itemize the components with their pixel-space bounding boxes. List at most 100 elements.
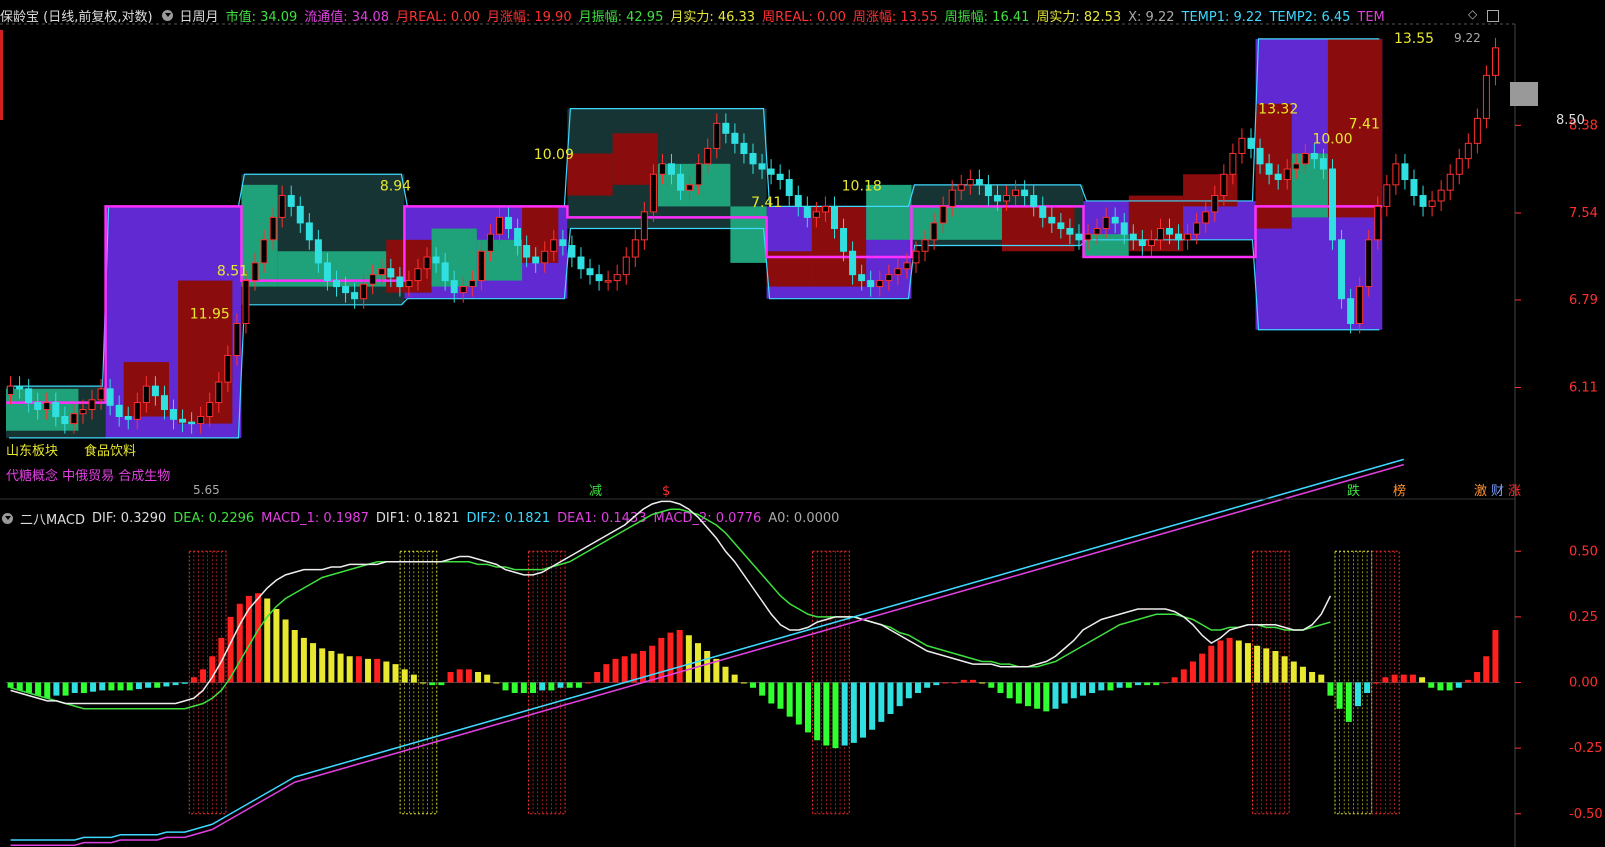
candle-body-41: [378, 268, 386, 276]
candle-body-144: [1310, 153, 1318, 160]
candle-body-142: [1292, 163, 1300, 170]
macd-bar-104: [960, 679, 967, 683]
candle-body-13: [124, 416, 132, 420]
candle-body-135: [1229, 153, 1237, 175]
macd-bar-54: [502, 682, 509, 691]
candle-body-161: [1464, 142, 1472, 160]
macd-bar-22: [209, 656, 216, 683]
candle-body-84: [767, 168, 775, 175]
candle-body-71: [649, 173, 657, 213]
candle-body-18: [170, 409, 178, 420]
candle-body-93: [849, 250, 857, 276]
candle-body-113: [1030, 195, 1038, 207]
candle-body-134: [1220, 173, 1228, 197]
left-edge-marker: [0, 30, 3, 120]
macd-bar-51: [475, 672, 482, 683]
candle-body-43: [396, 276, 404, 288]
macd-bar-92: [850, 682, 857, 743]
macd-bar-135: [1244, 643, 1251, 683]
macd-bar-141: [1299, 666, 1306, 683]
price-annotation-8: 7.41: [1349, 116, 1380, 132]
macd-bar-136: [1254, 645, 1261, 683]
candle-body-17: [160, 395, 168, 411]
chart-canvas[interactable]: 11.958.518.9410.097.4110.1813.3210.007.4…: [0, 0, 1605, 847]
candle-body-146: [1328, 168, 1336, 241]
macd-bar-131: [1208, 645, 1215, 683]
candle-body-121: [1102, 216, 1110, 230]
macd-bar-150: [1382, 677, 1389, 683]
macd-bar-41: [383, 661, 390, 683]
candle-body-52: [477, 250, 485, 282]
candle-body-131: [1193, 222, 1201, 235]
price-panel: 11.958.518.9410.097.4110.1813.3210.007.4…: [6, 31, 1521, 499]
macd-bar-6: [62, 682, 69, 696]
macd-bar-110: [1015, 682, 1022, 704]
macd-bar-59: [548, 682, 555, 691]
candle-body-159: [1446, 173, 1454, 191]
macd-bar-118: [1089, 682, 1096, 693]
candle-body-115: [1048, 216, 1056, 224]
sector-tag-0: 山东板块: [6, 444, 58, 459]
candle-body-62: [568, 245, 576, 258]
macd-bar-31: [291, 630, 298, 683]
candle-body-90: [821, 205, 829, 213]
macd-bar-37: [346, 656, 353, 683]
candle-body-110: [1003, 195, 1011, 202]
macd-bar-94: [869, 682, 876, 730]
macd-bar-106: [979, 682, 986, 684]
candle-body-21: [197, 416, 205, 425]
marker-jian: 减: [589, 484, 602, 499]
candle-body-155: [1410, 179, 1418, 197]
candle-body-67: [613, 274, 621, 282]
macd-bar-124: [1144, 682, 1151, 686]
macd-bar-101: [933, 682, 940, 686]
price-annotation-7: 10.00: [1312, 131, 1352, 147]
macd-bar-73: [676, 630, 683, 683]
candle-body-101: [921, 239, 929, 252]
candle-body-141: [1283, 168, 1291, 181]
candle-body-79: [722, 122, 730, 134]
marker-dollar: $: [662, 484, 670, 499]
macd-bar-102: [942, 682, 949, 684]
candle-body-100: [912, 250, 920, 264]
macd-bar-56: [520, 682, 527, 693]
macd-bar-12: [117, 682, 124, 691]
macd-bar-154: [1419, 677, 1426, 683]
macd-bar-140: [1290, 661, 1297, 683]
macd-bar-162: [1492, 630, 1499, 683]
macd-bar-33: [310, 643, 317, 683]
candle-body-151: [1374, 205, 1382, 241]
macd-bar-152: [1400, 674, 1407, 683]
macd-bar-35: [328, 651, 335, 683]
candle-body-123: [1120, 222, 1128, 235]
candle-body-76: [695, 163, 703, 186]
macd-bar-9: [90, 682, 97, 692]
top-price-label: 9.22: [1454, 31, 1481, 45]
candle-body-31: [287, 195, 295, 207]
macd-bar-39: [365, 658, 372, 683]
candle-body-164: [1491, 47, 1499, 76]
candle-body-6: [61, 416, 69, 425]
macd-bar-57: [530, 682, 537, 693]
macd-bar-8: [80, 682, 87, 693]
candle-body-50: [459, 286, 467, 294]
macd-bar-32: [300, 637, 307, 683]
candle-body-20: [188, 421, 196, 425]
candle-body-106: [966, 179, 974, 186]
candle-body-136: [1238, 137, 1246, 155]
current-price-tag-bg: [1510, 82, 1538, 106]
candle-body-5: [52, 402, 60, 418]
macd-bar-45: [420, 682, 427, 684]
candle-body-88: [803, 205, 811, 218]
price-annotation-2: 8.94: [380, 179, 411, 195]
macd-bar-98: [905, 682, 912, 699]
candle-body-89: [812, 211, 820, 218]
macd-bar-156: [1437, 682, 1444, 691]
candle-body-54: [495, 216, 503, 235]
macd-bar-100: [924, 682, 931, 688]
macd-tick-2: 0.00: [1569, 676, 1598, 691]
macd-bar-18: [172, 682, 179, 686]
low-price-label: 5.65: [193, 483, 220, 497]
candle-body-130: [1184, 233, 1192, 241]
candle-body-36: [332, 280, 340, 288]
